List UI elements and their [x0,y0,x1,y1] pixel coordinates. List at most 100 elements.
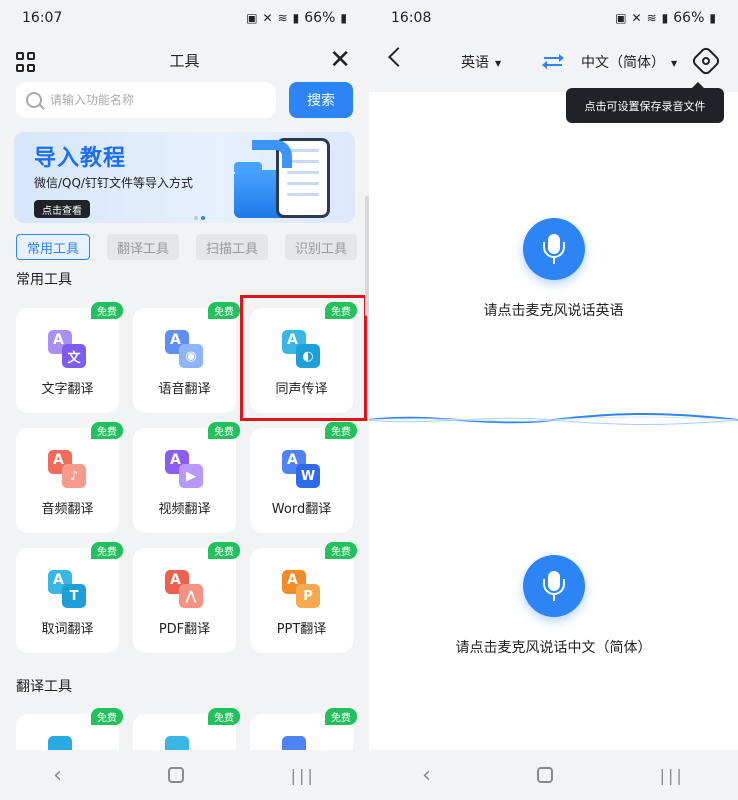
word-pick-translate-icon: A T [48,570,86,608]
mic-source-button[interactable] [523,218,585,280]
message-icon: ▣ [615,11,627,25]
settings-tooltip: 点击可设置保存录音文件 [566,82,724,123]
tool-label: 取词翻译 [41,622,94,637]
tab-recognize-tools[interactable]: 识别工具 [285,234,358,260]
text-translate-icon: A 文 [48,330,86,368]
tab-common-tools[interactable]: 常用工具 [16,234,91,260]
tool-card-word-pick-translate[interactable]: 免费 A T 取词翻译 [16,542,123,653]
mic-target-button[interactable] [523,555,585,617]
tool-label: Word翻译 [271,502,332,517]
tool-card-audio-translate[interactable]: 免费 A ♪ 音频翻译 [16,422,123,533]
tool-category-tabs: 常用工具 翻译工具 扫描工具 识别工具 [16,234,358,260]
battery-level: 66% [304,10,336,26]
free-badge: 免费 [91,422,123,439]
interpretation-header: 16:08 ▣ ✕ ≋ ▮ 66% ▮ 英语 ▼ 中文（简体） ▼ [369,0,738,92]
word-translate-icon: A W [282,450,320,488]
message-icon: ▣ [246,11,258,25]
status-time: 16:07 [22,10,63,26]
ppt-translate-icon: A P [282,570,320,608]
battery-icon: ▮ [340,11,347,25]
banner-pager [194,216,205,220]
nav-recents-icon[interactable]: ||| [660,766,685,785]
status-icons: ▣ ✕ ≋ ▮ 66% ▮ [246,10,347,26]
battery-icon: ▮ [709,11,716,25]
audio-waveform [369,413,738,425]
tools-topbar: 工具 ✕ [0,44,369,80]
tool-label: 语音翻译 [158,382,211,397]
close-icon[interactable]: ✕ [329,46,351,74]
tool-label: PPT翻译 [276,622,327,637]
source-language-select[interactable]: 英语 ▼ [461,52,501,72]
free-badge: 免费 [325,542,357,559]
status-time: 16:08 [391,10,432,26]
import-arrow-icon [252,140,292,168]
pdf-translate-icon: A ⋀ [165,570,203,608]
search-field[interactable] [16,82,276,118]
interpretation-panel: 16:08 ▣ ✕ ≋ ▮ 66% ▮ 英语 ▼ 中文（简体） ▼ 点击可设置保存录… [369,0,738,800]
voice-translate-icon: A ◉ [165,330,203,368]
search-icon [26,92,42,108]
settings-gear-icon[interactable] [690,45,722,77]
system-nav-bar: ‹ ||| [369,750,738,800]
target-prompt: 请点击麦克风说话中文（简体） [455,640,652,656]
free-badge: 免费 [208,422,240,439]
tab-translate-tools[interactable]: 翻译工具 [107,234,180,260]
free-badge: 免费 [91,542,123,559]
nav-back-icon[interactable]: ‹ [53,763,62,788]
tool-card-text-translate[interactable]: 免费 A 文 文字翻译 [16,302,123,413]
nav-recents-icon[interactable]: ||| [291,766,316,785]
free-badge: 免费 [208,302,240,319]
free-badge: 免费 [208,542,240,559]
banner-view-button[interactable]: 点击查看 [34,200,90,218]
source-language-label: 英语 [461,55,489,71]
tool-label: PDF翻译 [158,622,211,637]
free-badge: 免费 [91,302,123,319]
nav-home-icon[interactable] [537,767,554,783]
mute-icon: ✕ [262,11,273,25]
system-nav-bar: ‹ ||| [0,750,369,800]
source-prompt: 请点击麦克风说话英语 [483,303,624,319]
caret-down-icon: ▼ [495,58,502,68]
signal-icon: ▮ [292,11,300,25]
tool-card-ppt-translate[interactable]: 免费 A P PPT翻译 [250,542,357,653]
signal-icon: ▮ [661,11,669,25]
battery-level: 66% [673,10,705,26]
page-title: 工具 [169,52,200,70]
audio-translate-icon: A ♪ [48,450,86,488]
nav-home-icon[interactable] [168,767,185,783]
highlight-box [240,295,367,421]
free-badge: 免费 [325,422,357,439]
tool-card-voice-translate[interactable]: 免费 A ◉ 语音翻译 [133,302,240,413]
tab-scan-tools[interactable]: 扫描工具 [196,234,269,260]
tool-card-pdf-translate[interactable]: 免费 A ⋀ PDF翻译 [133,542,240,653]
import-tutorial-banner[interactable]: 导入教程 微信/QQ/钉钉文件等导入方式 点击查看 [14,132,355,223]
mute-icon: ✕ [631,11,642,25]
status-bar: 16:07 ▣ ✕ ≋ ▮ 66% ▮ [0,0,369,36]
target-language-select[interactable]: 中文（简体） ▼ [581,52,677,72]
back-arrow-icon[interactable] [388,47,408,67]
section-title-common: 常用工具 [16,272,72,288]
free-badge: 免费 [325,708,357,725]
wifi-icon: ≋ [277,11,288,25]
status-bar: 16:08 ▣ ✕ ≋ ▮ 66% ▮ [369,0,738,36]
tool-label: 文字翻译 [41,382,94,397]
tool-label: 视频翻译 [158,502,211,517]
status-icons: ▣ ✕ ≋ ▮ 66% ▮ [615,10,716,26]
target-language-label: 中文（简体） [581,55,665,71]
free-badge: 免费 [208,708,240,725]
nav-back-icon[interactable]: ‹ [422,763,431,788]
section-title-translate: 翻译工具 [16,679,72,695]
banner-title: 导入教程 [34,146,127,171]
tools-panel: 16:07 ▣ ✕ ≋ ▮ 66% ▮ 工具 ✕ 搜索 导入教程 微信/QQ/钉… [0,0,369,800]
search-button[interactable]: 搜索 [289,82,353,118]
swap-languages-icon[interactable] [542,52,564,72]
caret-down-icon: ▼ [671,58,678,68]
tool-card-word-translate[interactable]: 免费 A W Word翻译 [250,422,357,533]
video-translate-icon: A ▶ [165,450,203,488]
tool-label: 音频翻译 [41,502,94,517]
search-input[interactable] [50,93,250,107]
wifi-icon: ≋ [646,11,657,25]
free-badge: 免费 [91,708,123,725]
tool-card-video-translate[interactable]: 免费 A ▶ 视频翻译 [133,422,240,533]
banner-subtitle: 微信/QQ/钉钉文件等导入方式 [34,176,193,190]
